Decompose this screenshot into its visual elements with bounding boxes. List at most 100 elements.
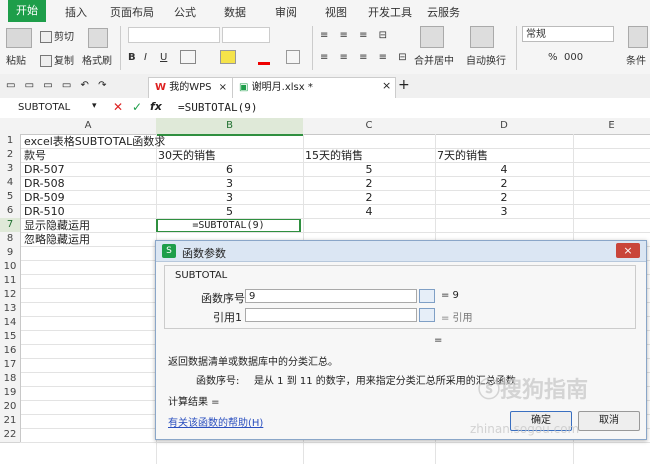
row-header-10[interactable]: 10 bbox=[0, 260, 21, 275]
cell-c2[interactable]: 15天的销售 bbox=[305, 149, 363, 163]
row-header-17[interactable]: 17 bbox=[0, 358, 21, 373]
percent-button[interactable]: % bbox=[548, 52, 558, 63]
italic-button[interactable]: I bbox=[144, 52, 147, 63]
column-header-d[interactable]: D bbox=[435, 118, 574, 135]
cell-b6[interactable]: 5 bbox=[156, 205, 303, 219]
copy-button[interactable]: 复制 bbox=[40, 52, 74, 67]
merge-center-icon[interactable] bbox=[420, 26, 444, 48]
underline-button[interactable]: U bbox=[160, 52, 167, 63]
font-name-select[interactable] bbox=[128, 27, 220, 43]
column-header-b[interactable]: B bbox=[156, 118, 304, 136]
cell-b4[interactable]: 3 bbox=[156, 177, 303, 191]
cell-a6[interactable]: DR-510 bbox=[24, 205, 65, 219]
cell-b5[interactable]: 3 bbox=[156, 191, 303, 205]
formula-input[interactable]: =SUBTOTAL(9) bbox=[178, 99, 648, 116]
row-header-19[interactable]: 19 bbox=[0, 386, 21, 401]
cancel-button[interactable]: 取消 bbox=[578, 411, 640, 431]
row-header-22[interactable]: 22 bbox=[0, 428, 21, 443]
tab-home[interactable]: 开始 bbox=[8, 0, 46, 22]
select-all-corner[interactable] bbox=[0, 118, 21, 135]
font-color-icon[interactable] bbox=[258, 50, 270, 65]
close-icon[interactable]: × bbox=[616, 243, 640, 258]
cell-a4[interactable]: DR-508 bbox=[24, 177, 65, 191]
column-header-e[interactable]: E bbox=[573, 118, 650, 135]
quick-access-icons[interactable]: ▭ ▭ ▭ ▭ ↶ ↷ bbox=[6, 80, 109, 91]
cancel-icon[interactable]: ✕ bbox=[113, 100, 123, 114]
cell-d4[interactable]: 2 bbox=[435, 177, 573, 191]
cell-b7-active[interactable]: =SUBTOTAL(9) bbox=[156, 218, 301, 233]
cell-a7[interactable]: 显示隐藏运用 bbox=[24, 219, 90, 233]
cell-d3[interactable]: 4 bbox=[435, 163, 573, 177]
cell-c4[interactable]: 2 bbox=[303, 177, 435, 191]
tab-formulas[interactable]: 公式 bbox=[174, 4, 196, 20]
cell-a3[interactable]: DR-507 bbox=[24, 163, 65, 177]
column-header-a[interactable]: A bbox=[20, 118, 157, 135]
arg1-input[interactable]: 9 bbox=[245, 289, 417, 303]
row-header-5[interactable]: 5 bbox=[0, 190, 21, 205]
tab-page-layout[interactable]: 页面布局 bbox=[110, 4, 154, 20]
row-header-20[interactable]: 20 bbox=[0, 400, 21, 415]
cell-a1[interactable]: excel表格SUBTOTAL函数求 bbox=[24, 135, 165, 149]
wrap-text-icon[interactable] bbox=[470, 26, 494, 48]
row-header-14[interactable]: 14 bbox=[0, 316, 21, 331]
row-header-8[interactable]: 8 bbox=[0, 232, 21, 247]
row-header-13[interactable]: 13 bbox=[0, 302, 21, 317]
row-header-16[interactable]: 16 bbox=[0, 344, 21, 359]
tab-data[interactable]: 数据 bbox=[224, 4, 246, 20]
cell-a2[interactable]: 款号 bbox=[24, 149, 46, 163]
tab-cloud[interactable]: 云服务 bbox=[427, 4, 460, 20]
cell-c5[interactable]: 2 bbox=[303, 191, 435, 205]
clear-format-icon[interactable] bbox=[286, 50, 300, 64]
cell-d5[interactable]: 2 bbox=[435, 191, 573, 205]
dialog-title-bar[interactable]: S 函数参数 × bbox=[156, 241, 646, 262]
tab-my-wps[interactable]: W 我的WPS × bbox=[148, 77, 235, 98]
fill-color-icon[interactable] bbox=[220, 50, 236, 64]
close-icon[interactable]: × bbox=[219, 82, 227, 93]
format-painter-icon[interactable] bbox=[88, 28, 108, 48]
row-header-4[interactable]: 4 bbox=[0, 176, 21, 191]
cell-b2[interactable]: 30天的销售 bbox=[158, 149, 216, 163]
row-header-7[interactable]: 7 bbox=[0, 218, 21, 233]
row-header-3[interactable]: 3 bbox=[0, 162, 21, 177]
cut-button[interactable]: 剪切 bbox=[40, 28, 74, 43]
row-header-21[interactable]: 21 bbox=[0, 414, 21, 429]
cell-c3[interactable]: 5 bbox=[303, 163, 435, 177]
new-tab-icon[interactable]: + bbox=[398, 77, 410, 93]
row-header-2[interactable]: 2 bbox=[0, 148, 21, 163]
cell-a8[interactable]: 忽略隐藏运用 bbox=[24, 233, 90, 247]
confirm-icon[interactable]: ✓ bbox=[132, 100, 142, 114]
row-header-12[interactable]: 12 bbox=[0, 288, 21, 303]
cell-a5[interactable]: DR-509 bbox=[24, 191, 65, 205]
cell-d2[interactable]: 7天的销售 bbox=[437, 149, 488, 163]
tab-file[interactable]: ▣ 谢明月.xlsx * bbox=[232, 77, 396, 98]
close-icon[interactable]: × bbox=[382, 79, 391, 92]
border-icon[interactable] bbox=[180, 50, 196, 64]
help-link[interactable]: 有关该函数的帮助(H) bbox=[168, 414, 263, 429]
column-header-c[interactable]: C bbox=[303, 118, 436, 135]
paste-button[interactable]: 粘贴 bbox=[6, 52, 26, 67]
cell-d6[interactable]: 3 bbox=[435, 205, 573, 219]
row-header-1[interactable]: 1 bbox=[0, 134, 21, 149]
chevron-down-icon[interactable]: ▾ bbox=[92, 101, 97, 111]
fx-icon[interactable]: fx bbox=[150, 100, 162, 113]
wrap-text-button[interactable]: 自动换行 bbox=[466, 52, 506, 67]
tab-view[interactable]: 视图 bbox=[325, 4, 347, 20]
tab-review[interactable]: 审阅 bbox=[275, 4, 297, 20]
bold-button[interactable]: B bbox=[128, 52, 136, 63]
row-header-15[interactable]: 15 bbox=[0, 330, 21, 345]
cell-c6[interactable]: 4 bbox=[303, 205, 435, 219]
tab-developer[interactable]: 开发工具 bbox=[368, 4, 412, 20]
name-box[interactable]: SUBTOTAL bbox=[0, 99, 100, 116]
paste-icon[interactable] bbox=[6, 28, 32, 48]
tab-insert[interactable]: 插入 bbox=[65, 4, 87, 20]
conditional-format-icon[interactable] bbox=[628, 26, 648, 48]
collapse-dialog-icon[interactable] bbox=[419, 308, 435, 322]
merge-center-button[interactable]: 合并居中 bbox=[414, 52, 454, 67]
row-header-18[interactable]: 18 bbox=[0, 372, 21, 387]
collapse-dialog-icon[interactable] bbox=[419, 289, 435, 303]
row-header-6[interactable]: 6 bbox=[0, 204, 21, 219]
align-top-icons[interactable]: ≡ ≡ ≡ ⊟ bbox=[320, 30, 391, 41]
conditional-format-button[interactable]: 条件 bbox=[626, 52, 646, 67]
row-header-9[interactable]: 9 bbox=[0, 246, 21, 261]
font-size-select[interactable] bbox=[222, 27, 270, 43]
